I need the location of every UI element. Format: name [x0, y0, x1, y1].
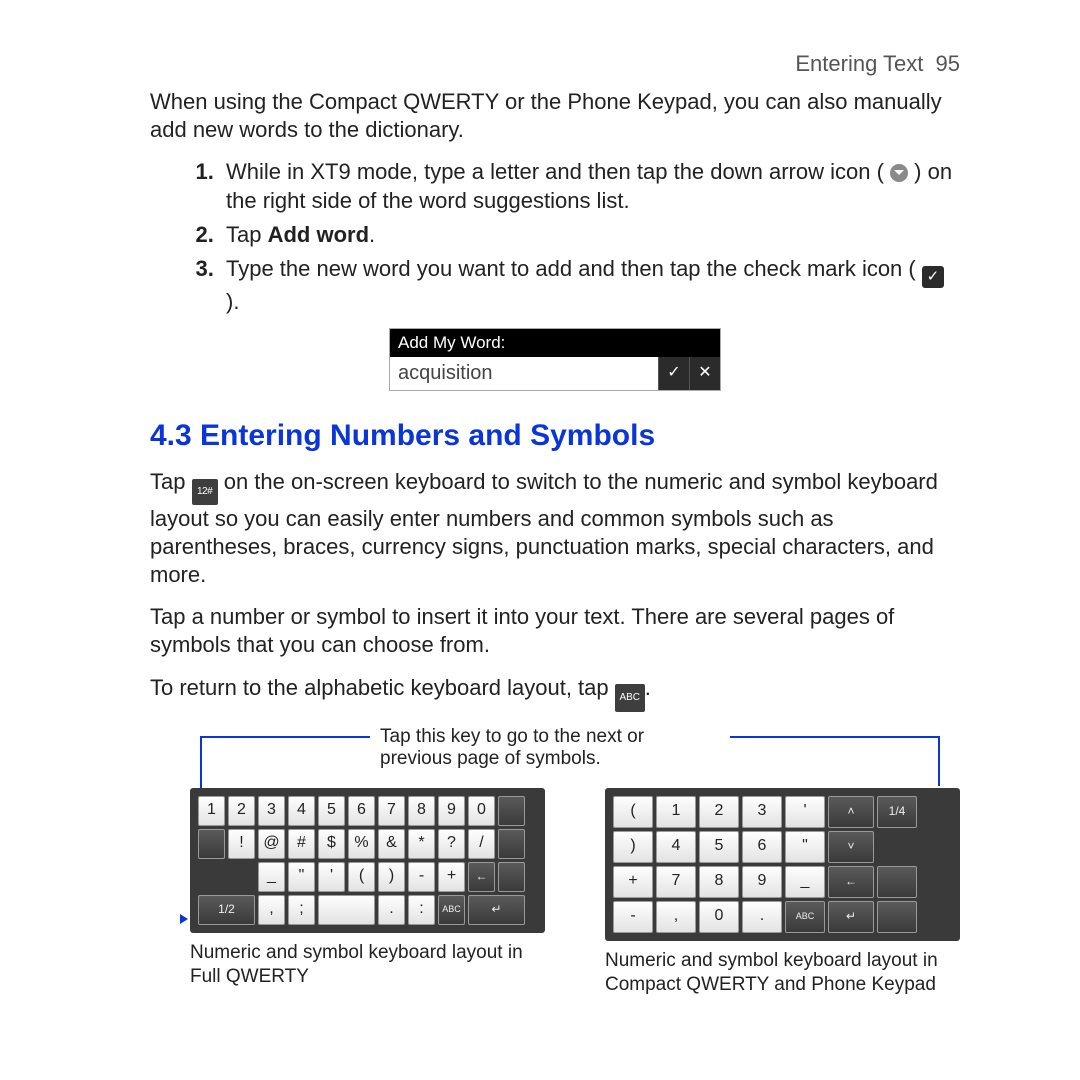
key[interactable]: ← — [468, 862, 495, 892]
confirm-button[interactable]: ✓ — [658, 357, 689, 391]
callout-text: Tap this key to go to the next or previo… — [380, 726, 720, 772]
key[interactable]: ↵ — [828, 901, 874, 933]
key[interactable]: $ — [318, 829, 345, 859]
key[interactable]: * — [408, 829, 435, 859]
key[interactable]: 3 — [258, 796, 285, 826]
key[interactable]: " — [785, 831, 825, 863]
key[interactable]: ABC — [785, 901, 825, 933]
numeric-key-icon: 12# — [192, 479, 218, 505]
caption-compact: Numeric and symbol keyboard layout in Co… — [605, 949, 960, 998]
key[interactable]: , — [656, 901, 696, 933]
section-heading: 4.3 Entering Numbers and Symbols — [150, 417, 960, 455]
key[interactable] — [498, 796, 525, 826]
key[interactable]: 0 — [699, 901, 739, 933]
key[interactable]: 5 — [699, 831, 739, 863]
key[interactable]: ˄ — [828, 796, 874, 828]
steps-list: While in XT9 mode, type a letter and the… — [150, 158, 960, 316]
page-header: Entering Text 95 — [150, 50, 960, 78]
paragraph-2: Tap a number or symbol to insert it into… — [150, 603, 960, 659]
abc-key-icon: ABC — [615, 684, 645, 712]
key[interactable]: ( — [348, 862, 375, 892]
key[interactable]: 9 — [438, 796, 465, 826]
key[interactable]: : — [408, 895, 435, 925]
key[interactable]: 7 — [378, 796, 405, 826]
add-word-title: Add My Word: — [390, 329, 720, 357]
key[interactable]: 3 — [742, 796, 782, 828]
key[interactable]: 6 — [742, 831, 782, 863]
key[interactable]: ' — [785, 796, 825, 828]
key[interactable] — [498, 829, 525, 859]
key[interactable] — [498, 862, 525, 892]
key[interactable]: " — [288, 862, 315, 892]
key[interactable]: ' — [318, 862, 345, 892]
key[interactable]: ˅ — [828, 831, 874, 863]
key[interactable]: ← — [828, 866, 874, 898]
step-2: Tap Add word. — [220, 221, 960, 249]
key[interactable]: 1/2 — [198, 895, 255, 925]
key[interactable]: # — [288, 829, 315, 859]
keyboard-full-qwerty: 1234567890!@#$%&*?/ _"'()-+← 1/2,; .:ABC↵ — [190, 788, 545, 933]
key[interactable]: ; — [288, 895, 315, 925]
keyboard-compact: (123'˄1/4)456"˅ +789_← -,0.ABC↵ — [605, 788, 960, 941]
add-word-widget: Add My Word: acquisition ✓ ✕ — [389, 328, 721, 391]
key[interactable]: 2 — [699, 796, 739, 828]
step-1: While in XT9 mode, type a letter and the… — [220, 158, 960, 214]
key[interactable] — [318, 895, 375, 925]
key[interactable]: ) — [378, 862, 405, 892]
key[interactable]: - — [613, 901, 653, 933]
key[interactable]: ABC — [438, 895, 465, 925]
key[interactable]: 0 — [468, 796, 495, 826]
key[interactable]: . — [378, 895, 405, 925]
down-arrow-icon — [890, 164, 908, 182]
key[interactable]: ? — [438, 829, 465, 859]
key[interactable]: 1 — [198, 796, 225, 826]
key[interactable]: _ — [785, 866, 825, 898]
page-indicator[interactable]: 1/4 — [877, 796, 917, 828]
key[interactable]: + — [438, 862, 465, 892]
callout: Tap this key to go to the next or previo… — [200, 726, 940, 788]
key[interactable]: 5 — [318, 796, 345, 826]
step-3: Type the new word you want to add and th… — [220, 255, 960, 316]
paragraph-3: To return to the alphabetic keyboard lay… — [150, 674, 960, 712]
key[interactable]: ! — [228, 829, 255, 859]
key[interactable]: % — [348, 829, 375, 859]
key[interactable]: - — [408, 862, 435, 892]
key[interactable]: @ — [258, 829, 285, 859]
paragraph-1: Tap 12# on the on-screen keyboard to swi… — [150, 468, 960, 589]
key[interactable]: 1 — [656, 796, 696, 828]
key[interactable]: ( — [613, 796, 653, 828]
intro-paragraph: When using the Compact QWERTY or the Pho… — [150, 88, 960, 144]
key[interactable]: 8 — [699, 866, 739, 898]
key[interactable]: & — [378, 829, 405, 859]
key[interactable] — [877, 866, 917, 898]
key[interactable]: _ — [258, 862, 285, 892]
key[interactable]: 2 — [228, 796, 255, 826]
cancel-button[interactable]: ✕ — [689, 357, 720, 391]
page-number: 95 — [936, 51, 960, 76]
key[interactable]: ↵ — [468, 895, 525, 925]
caption-full: Numeric and symbol keyboard layout in Fu… — [190, 941, 545, 990]
add-word-input[interactable]: acquisition — [390, 357, 658, 391]
key[interactable]: 8 — [408, 796, 435, 826]
key[interactable]: 4 — [288, 796, 315, 826]
key[interactable]: 7 — [656, 866, 696, 898]
key[interactable]: / — [468, 829, 495, 859]
key[interactable]: 6 — [348, 796, 375, 826]
key[interactable]: . — [742, 901, 782, 933]
key[interactable]: + — [613, 866, 653, 898]
key[interactable]: , — [258, 895, 285, 925]
check-icon: ✓ — [922, 266, 944, 288]
section-name: Entering Text — [795, 51, 923, 76]
key[interactable]: ) — [613, 831, 653, 863]
key[interactable]: 4 — [656, 831, 696, 863]
key[interactable] — [877, 901, 917, 933]
key[interactable]: 9 — [742, 866, 782, 898]
